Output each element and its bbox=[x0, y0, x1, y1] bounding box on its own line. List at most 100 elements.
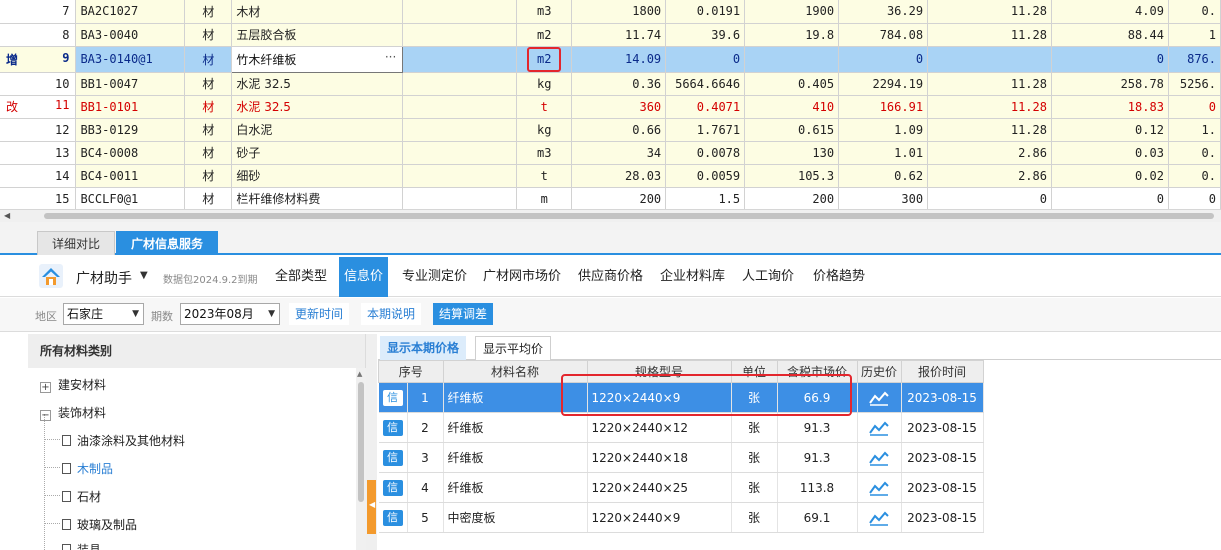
value-cell[interactable]: 166.91 bbox=[838, 95, 929, 119]
table-row[interactable]: 7 BA2C1027 材 木材 m3 1800 0.0191 1900 36.2… bbox=[0, 0, 1221, 24]
value-cell[interactable]: 1. bbox=[1168, 118, 1221, 142]
spec-cell[interactable] bbox=[402, 118, 518, 142]
code-cell[interactable]: BC4-0011 bbox=[75, 164, 186, 188]
value-cell[interactable]: 11.28 bbox=[927, 95, 1052, 119]
spec-cell[interactable] bbox=[402, 46, 518, 73]
scroll-left-icon[interactable]: ◀ bbox=[4, 211, 10, 220]
tab-current-price[interactable]: 显示本期价格 bbox=[380, 336, 467, 360]
name-cell[interactable]: 细砂 bbox=[231, 164, 404, 188]
tab-supplier-price[interactable]: 供应商价格 bbox=[573, 257, 648, 297]
tab-info-price[interactable]: 信息价 bbox=[339, 257, 389, 297]
value-cell[interactable]: 360 bbox=[571, 95, 667, 119]
name-cell[interactable]: 木材 bbox=[231, 0, 404, 24]
price-history-button[interactable] bbox=[857, 472, 902, 503]
scroll-up-icon[interactable]: ▲ bbox=[357, 370, 362, 378]
category-item-fixtures[interactable]: 装具 bbox=[62, 541, 101, 550]
table-row[interactable]: 8 BA3-0040 材 五层胶合板 m2 11.74 39.6 19.8 78… bbox=[0, 23, 1221, 47]
value-cell[interactable]: 105.3 bbox=[744, 164, 840, 188]
tab-labor-inquiry[interactable]: 人工询价 bbox=[737, 257, 799, 297]
code-cell[interactable]: BB3-0129 bbox=[75, 118, 186, 142]
value-cell[interactable]: 0.12 bbox=[1051, 118, 1169, 142]
value-cell[interactable]: 5664.6646 bbox=[665, 72, 746, 96]
price-history-button[interactable] bbox=[857, 502, 902, 533]
value-cell[interactable]: 11.28 bbox=[927, 0, 1052, 24]
spec-cell[interactable] bbox=[402, 141, 518, 165]
kind-cell[interactable]: 材 bbox=[184, 187, 233, 209]
assistant-name[interactable]: 广材助手 bbox=[76, 268, 132, 288]
value-cell[interactable]: 14.09 bbox=[571, 46, 667, 73]
code-cell[interactable]: BA3-0040 bbox=[75, 23, 186, 47]
unit-cell[interactable]: m3 bbox=[516, 0, 573, 24]
kind-cell[interactable]: 材 bbox=[184, 118, 233, 142]
scrollbar-thumb[interactable] bbox=[44, 213, 1214, 219]
value-cell[interactable]: 0. bbox=[1168, 0, 1221, 24]
code-cell[interactable]: BB1-0101 bbox=[75, 95, 186, 119]
price-row[interactable]: 信 5 中密度板 1220×2440×9 张 69.1 2023-08-15 bbox=[378, 502, 984, 533]
value-cell[interactable]: 130 bbox=[744, 141, 840, 165]
value-cell[interactable]: 1800 bbox=[571, 0, 667, 24]
table-row-selected[interactable]: 增9 BA3-0140@1 材 竹木纤维板 ··· m2 14.09 0 0 0 … bbox=[0, 45, 1221, 73]
value-cell[interactable]: 28.03 bbox=[571, 164, 667, 188]
kind-cell[interactable]: 材 bbox=[184, 0, 233, 24]
kind-cell[interactable]: 材 bbox=[184, 46, 233, 73]
settlement-adjust-button[interactable]: 结算调差 bbox=[433, 303, 494, 325]
value-cell[interactable]: 0.02 bbox=[1051, 164, 1169, 188]
value-cell[interactable]: 0 bbox=[1168, 187, 1221, 209]
category-item-decoration[interactable]: − 装饰材料 bbox=[40, 404, 106, 421]
table-row[interactable]: 10 BB1-0047 材 水泥 32.5 kg 0.36 5664.6646 … bbox=[0, 72, 1221, 96]
value-cell[interactable]: 0. bbox=[1168, 164, 1221, 188]
value-cell[interactable]: 0 bbox=[927, 187, 1052, 209]
value-cell[interactable]: 0.0191 bbox=[665, 0, 746, 24]
region-select[interactable]: 石家庄 ▼ bbox=[63, 303, 144, 325]
period-select[interactable]: 2023年08月 ▼ bbox=[180, 303, 280, 325]
value-cell[interactable]: 0.615 bbox=[744, 118, 840, 142]
price-history-button[interactable] bbox=[857, 412, 902, 443]
period-note-button[interactable]: 本期说明 bbox=[361, 303, 422, 325]
kind-cell[interactable]: 材 bbox=[184, 141, 233, 165]
name-cell[interactable]: 五层胶合板 bbox=[231, 23, 404, 47]
price-history-button[interactable] bbox=[857, 382, 902, 413]
spec-cell[interactable] bbox=[402, 164, 518, 188]
value-cell[interactable] bbox=[927, 46, 1052, 73]
caret-down-icon[interactable]: ▼ bbox=[140, 270, 148, 281]
horizontal-scrollbar[interactable]: ◀ bbox=[0, 209, 1221, 222]
price-history-button[interactable] bbox=[857, 442, 902, 473]
kind-cell[interactable]: 材 bbox=[184, 72, 233, 96]
value-cell[interactable]: 0.66 bbox=[571, 118, 667, 142]
unit-cell[interactable]: kg bbox=[516, 118, 573, 142]
table-row[interactable]: 12 BB3-0129 材 白水泥 kg 0.66 1.7671 0.615 1… bbox=[0, 118, 1221, 142]
tab-professional-price[interactable]: 专业测定价 bbox=[397, 257, 472, 297]
update-time-button[interactable]: 更新时间 bbox=[289, 303, 350, 325]
value-cell[interactable]: 11.28 bbox=[927, 72, 1052, 96]
unit-cell[interactable]: m3 bbox=[516, 141, 573, 165]
value-cell[interactable]: 2.86 bbox=[927, 164, 1052, 188]
tab-material-info[interactable]: 广材信息服务 bbox=[116, 231, 219, 255]
value-cell[interactable]: 0.36 bbox=[571, 72, 667, 96]
value-cell[interactable]: 2294.19 bbox=[838, 72, 929, 96]
tab-average-price[interactable]: 显示平均价 bbox=[475, 336, 552, 360]
unit-cell[interactable]: t bbox=[516, 95, 573, 119]
value-cell[interactable]: 200 bbox=[744, 187, 840, 209]
code-cell[interactable]: BCCLF0@1 bbox=[75, 187, 186, 209]
value-cell[interactable]: 258.78 bbox=[1051, 72, 1169, 96]
spec-cell[interactable] bbox=[402, 72, 518, 96]
category-item-glass[interactable]: 玻璃及制品 bbox=[62, 516, 137, 533]
value-cell[interactable]: 200 bbox=[571, 187, 667, 209]
ellipsis-icon[interactable]: ··· bbox=[385, 50, 396, 64]
collapse-icon[interactable]: − bbox=[40, 410, 51, 421]
value-cell[interactable]: 0 bbox=[665, 46, 746, 73]
price-row-selected[interactable]: 信 1 纤维板 1220×2440×9 张 66.9 2023-08-15 bbox=[378, 382, 984, 413]
category-item-building[interactable]: + 建安材料 bbox=[40, 376, 106, 393]
spec-cell[interactable] bbox=[402, 23, 518, 47]
value-cell[interactable]: 0.62 bbox=[838, 164, 929, 188]
value-cell[interactable]: 300 bbox=[838, 187, 929, 209]
unit-cell[interactable]: m2 bbox=[516, 23, 573, 47]
scrollbar-thumb[interactable] bbox=[358, 382, 364, 502]
kind-cell[interactable]: 材 bbox=[184, 23, 233, 47]
value-cell[interactable]: 0.405 bbox=[744, 72, 840, 96]
tab-detail-compare[interactable]: 详细对比 bbox=[37, 231, 116, 255]
unit-cell[interactable]: t bbox=[516, 164, 573, 188]
value-cell[interactable]: 1.5 bbox=[665, 187, 746, 209]
value-cell[interactable]: 0 bbox=[1051, 46, 1169, 73]
value-cell[interactable] bbox=[744, 46, 840, 73]
